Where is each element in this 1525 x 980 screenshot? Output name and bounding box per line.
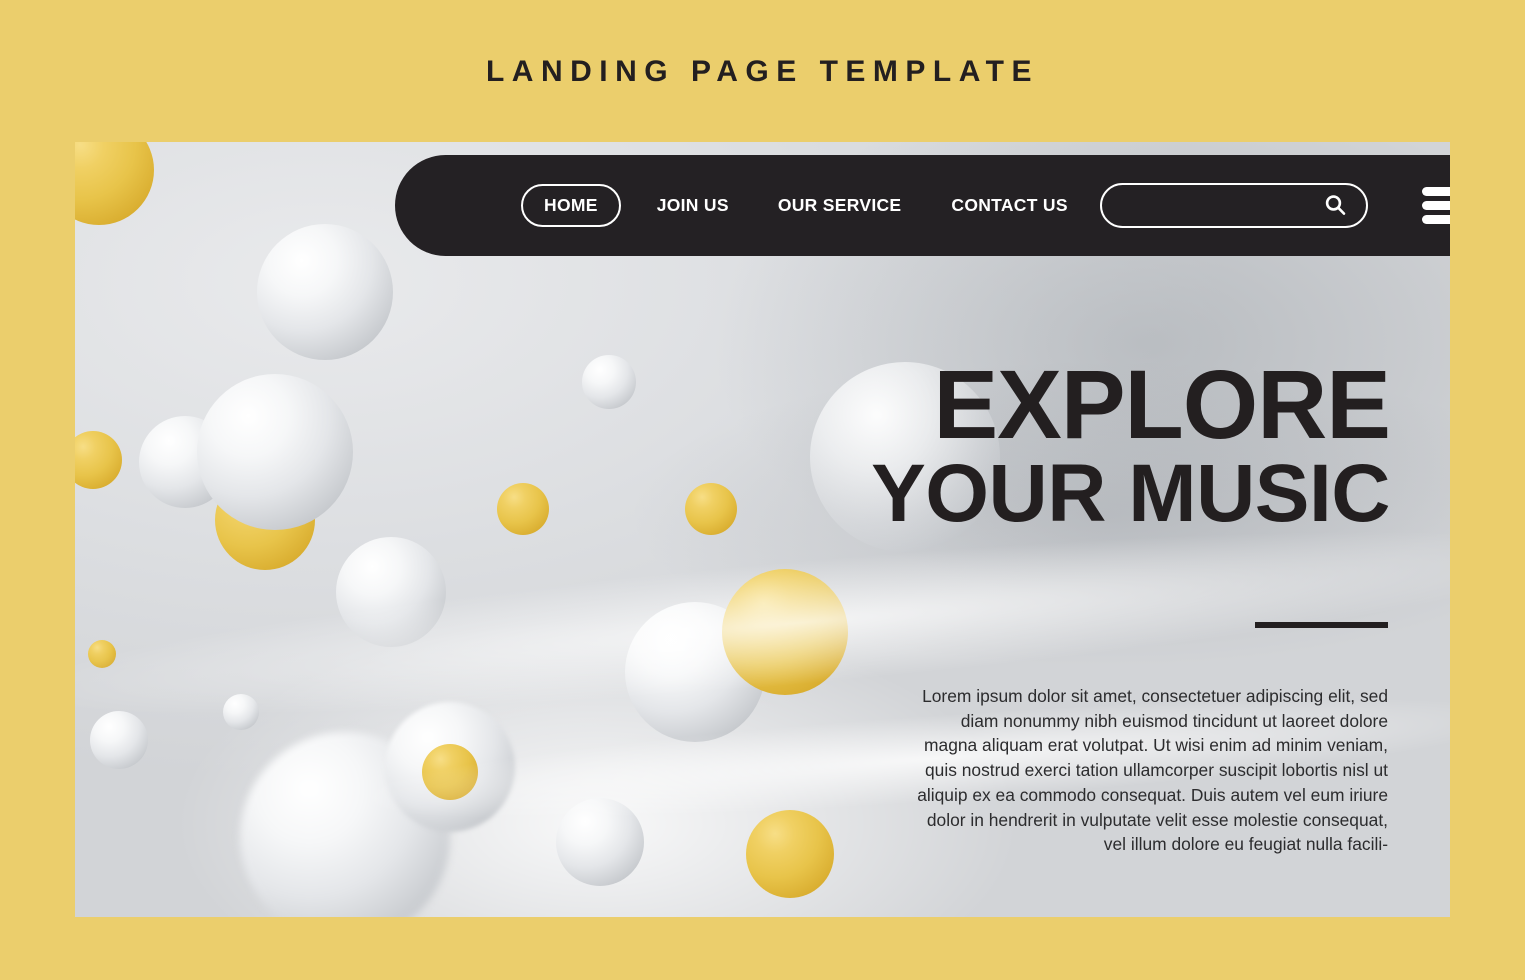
decorative-sphere (88, 640, 116, 668)
search-icon[interactable] (1323, 193, 1348, 218)
hamburger-bar-1 (1422, 187, 1450, 196)
nav-item-join-us[interactable]: JOIN US (657, 195, 729, 216)
nav-links-group: HOME JOIN US OUR SERVICE CONTACT US (521, 184, 1068, 227)
decorative-sphere (422, 744, 478, 800)
hero-body-text: Lorem ipsum dolor sit amet, consectetuer… (917, 686, 1388, 855)
hero-banner: HOME JOIN US OUR SERVICE CONTACT US EXPL… (75, 142, 1450, 917)
decorative-sphere (90, 711, 148, 769)
hero-headline: EXPLORE YOUR MUSIC (775, 350, 1391, 540)
page-title: LANDING PAGE TEMPLATE (485, 55, 1040, 88)
decorative-sphere (722, 569, 848, 695)
decorative-sphere (223, 694, 259, 730)
nav-item-our-service[interactable]: OUR SERVICE (778, 195, 902, 216)
hamburger-bar-3 (1422, 215, 1450, 224)
decorative-sphere (746, 810, 834, 898)
decorative-sphere (336, 537, 446, 647)
decorative-sphere (582, 355, 636, 409)
headline-line-1: EXPLORE (933, 350, 1391, 459)
decorative-sphere (556, 798, 644, 886)
hamburger-bar-2 (1422, 201, 1450, 210)
headline-divider-rule (1255, 622, 1388, 628)
search-input[interactable] (1100, 183, 1368, 228)
hamburger-menu-icon[interactable] (1422, 187, 1450, 224)
decorative-sphere (75, 142, 154, 225)
nav-item-home[interactable]: HOME (521, 184, 621, 227)
headline-line-2: YOUR MUSIC (871, 448, 1390, 540)
decorative-sphere (75, 431, 122, 489)
decorative-sphere (257, 224, 393, 360)
decorative-sphere (497, 483, 549, 535)
decorative-sphere (685, 483, 737, 535)
nav-item-contact-us[interactable]: CONTACT US (951, 195, 1067, 216)
decorative-sphere (197, 374, 353, 530)
navigation-bar: HOME JOIN US OUR SERVICE CONTACT US (395, 155, 1450, 256)
